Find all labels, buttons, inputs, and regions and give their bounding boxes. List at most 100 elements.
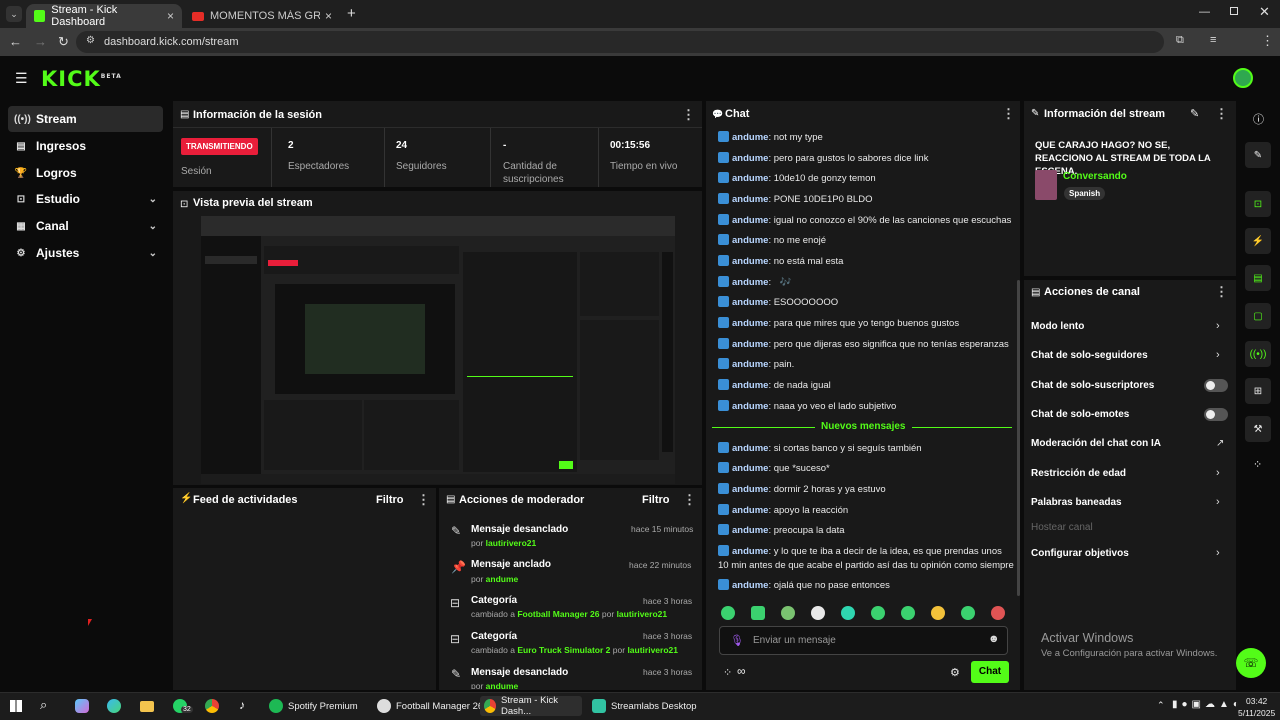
minimize-window-icon[interactable]: — [1199,6,1210,18]
kick-points-icon[interactable]: ⁘ [723,666,732,679]
search-icon[interactable]: ⌕ [40,697,47,713]
copilot-icon[interactable] [75,699,89,713]
rail-edit-button[interactable]: ✎ [1245,142,1271,168]
chat-username[interactable]: andume [732,401,768,412]
new-tab-button[interactable]: + [347,5,356,22]
chevron-right-icon[interactable]: › [1216,547,1220,559]
mod-user-link[interactable]: andume [486,681,519,689]
chat-username[interactable]: andume [732,173,768,184]
chat-username[interactable]: andume [732,277,768,288]
tray-icons[interactable]: ▮●▣☁▲◐ [1172,699,1243,710]
emote-icon[interactable] [841,606,855,620]
taskbar-app-spotify[interactable]: Spotify Premium [265,696,362,716]
emote-icon[interactable] [871,606,885,620]
sidebar-item-ingresos[interactable]: ▤ Ingresos [8,133,163,159]
edit-icon[interactable]: ✎ [1190,107,1199,120]
followers-only-item[interactable]: Chat de solo-seguidores [1031,350,1148,361]
chat-scrollbar[interactable] [1017,280,1020,596]
tab-kick-dashboard[interactable]: Stream - Kick Dashboard × [26,4,182,28]
stream-preview-video[interactable] [201,216,675,484]
chevron-right-icon[interactable]: › [1216,320,1220,332]
chrome-icon[interactable] [205,699,219,713]
forward-icon[interactable]: → [34,34,47,49]
chat-username[interactable]: andume [732,443,768,454]
tab-youtube[interactable]: MOMENTOS MÁS GRACIOSOS × [184,4,340,28]
slow-mode-item[interactable]: Modo lento [1031,321,1084,332]
back-icon[interactable]: ← [9,34,22,49]
address-bar[interactable]: ⚙ dashboard.kick.com/stream [76,31,1164,53]
rail-tools-button[interactable]: ⚒ [1245,416,1271,442]
support-chat-button[interactable]: ☏ [1236,648,1266,678]
mod-user-link[interactable]: lautirivero21 [486,538,537,548]
mod-user-link[interactable]: lautirivero21 [627,645,678,655]
rail-layout-button[interactable]: ⊞ [1245,378,1271,404]
chat-username[interactable]: andume [732,297,768,308]
filter-button[interactable]: Filtro [642,494,670,506]
chat-username[interactable]: andume [732,546,768,557]
category-name[interactable]: Conversando [1063,171,1127,182]
banned-words-item[interactable]: Palabras baneadas [1031,497,1122,508]
emote-icon[interactable] [991,606,1005,620]
mod-target-link[interactable]: Euro Truck Simulator 2 [517,645,610,655]
chat-username[interactable]: andume [732,153,768,164]
emote-icon[interactable] [931,606,945,620]
sidebar-item-logros[interactable]: 🏆 Logros [8,160,163,186]
user-avatar[interactable] [1233,68,1253,88]
set-goals-item[interactable]: Configurar objetivos [1031,548,1129,559]
edge-icon[interactable] [107,699,121,713]
hamburger-icon[interactable]: ☰ [15,70,28,87]
menu-icon[interactable]: ⋮ [1261,33,1274,49]
site-info-icon[interactable]: ⚙ [86,35,95,46]
emote-icon[interactable] [961,606,975,620]
mod-user-link[interactable]: andume [486,574,519,584]
chat-username[interactable]: andume [732,339,768,350]
tab-search-button[interactable]: ⌄ [6,6,22,22]
chat-username[interactable]: andume [732,194,768,205]
more-options-icon[interactable]: ⋮ [682,107,695,123]
emote-icon[interactable] [751,606,765,620]
chat-settings-icon[interactable]: ⚙ [950,666,960,679]
more-options-icon[interactable]: ⋮ [1215,106,1228,122]
emote-icon[interactable] [721,606,735,620]
taskbar-app-streamlabs[interactable]: Streamlabs Desktop [588,696,701,716]
taskbar-app-kick-dashboard[interactable]: Stream - Kick Dash... [480,695,582,717]
chat-username[interactable]: andume [732,359,768,370]
media-icon[interactable]: ≡ [1210,34,1216,46]
reload-icon[interactable]: ↻ [58,34,69,50]
chat-username[interactable]: andume [732,380,768,391]
chevron-right-icon[interactable]: › [1216,496,1220,508]
close-tab-icon[interactable]: × [167,9,174,23]
tiktok-icon[interactable]: ♪ [239,698,245,712]
chat-username[interactable]: andume [732,525,768,536]
sidebar-item-estudio[interactable]: ⊡ Estudio ⌄ [8,186,163,212]
close-tab-icon[interactable]: × [325,9,332,23]
sidebar-item-ajustes[interactable]: ⚙ Ajustes ⌄ [8,240,163,266]
age-restriction-item[interactable]: Restricción de edad [1031,468,1126,479]
taskbar-app-football-manager[interactable]: Football Manager 26 [373,696,487,716]
mod-user-link[interactable]: lautirivero21 [617,609,668,619]
rail-broadcast-button[interactable]: ((•)) [1245,341,1271,367]
chat-username[interactable]: andume [732,318,768,329]
clock-date[interactable]: 5/11/2025 [1238,708,1275,718]
chat-username[interactable]: andume [732,132,768,143]
tray-chevron-icon[interactable]: ⌃ [1157,700,1165,711]
rail-notes-button[interactable]: ▤ [1245,265,1271,291]
chat-username[interactable]: andume [732,484,768,495]
chat-username[interactable]: andume [732,505,768,516]
more-options-icon[interactable]: ⋮ [683,492,696,508]
chat-username[interactable]: andume [732,215,768,226]
sidebar-item-canal[interactable]: ▦ Canal ⌄ [8,213,163,239]
extensions-icon[interactable]: ⧉ [1176,34,1184,47]
rail-raid-button[interactable]: ⚡ [1245,228,1271,254]
kick-logo[interactable]: KICKBETA [41,67,122,91]
rail-clip-button[interactable]: ⊡ [1245,191,1271,217]
chat-input[interactable]: 🎙 Enviar un mensaje ☻ [719,626,1008,655]
rail-more-icon[interactable]: ⁘ [1253,458,1262,471]
chat-username[interactable]: andume [732,580,768,591]
more-options-icon[interactable]: ⋮ [1002,106,1015,122]
emotes-only-toggle[interactable] [1204,408,1228,421]
chevron-right-icon[interactable]: › [1216,349,1220,361]
emoji-icon[interactable]: ☻ [988,633,1000,645]
clock-time[interactable]: 03:42 [1246,696,1267,706]
info-icon[interactable]: ⓘ [1253,111,1264,127]
